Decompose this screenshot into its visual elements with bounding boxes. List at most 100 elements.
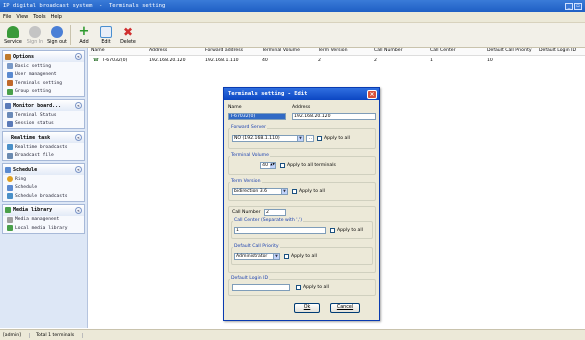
terminal-volume-label: Terminal Volume: [230, 153, 270, 158]
media-management-icon: [7, 216, 13, 223]
column-header[interactable]: Name: [89, 48, 147, 55]
call-number-label: Call Number: [232, 210, 261, 215]
sidebar-item-label: Local media library: [15, 225, 68, 231]
menu-tools[interactable]: Tools: [33, 14, 45, 20]
forward-apply-checkbox[interactable]: Apply to all: [317, 136, 350, 141]
sign-in-button[interactable]: Sign In: [24, 23, 46, 47]
chevron-down-icon: ▼: [273, 254, 279, 259]
add-button[interactable]: + Add: [73, 23, 95, 47]
menu-bar: File View Tools Help: [0, 12, 585, 23]
login-id-label: Default Login ID: [230, 276, 269, 281]
sidebar-item-label: Basic setting: [15, 63, 51, 69]
spinner-icon[interactable]: ▲▼: [270, 163, 275, 168]
service-icon: [7, 26, 19, 38]
toolbar: Service Sign In Sign out + Add Edit ✖ De…: [0, 23, 585, 48]
call-number-field[interactable]: 2: [264, 209, 286, 216]
chevron-down-icon: ▼: [297, 136, 303, 141]
minimize-icon[interactable]: _: [565, 2, 573, 10]
address-field[interactable]: 192.168.20.120: [292, 113, 376, 120]
restore-icon[interactable]: ▫: [574, 2, 582, 10]
table-cell: 10: [487, 57, 493, 63]
section-title: Monitor board...: [13, 102, 62, 109]
terminal-status-icon: [7, 112, 13, 119]
column-header[interactable]: Address: [147, 48, 203, 55]
status-user: [admin]: [3, 332, 30, 338]
sidebar-item-broadcast-file[interactable]: Broadcast file: [3, 152, 84, 161]
service-button[interactable]: Service: [2, 23, 24, 47]
menu-view[interactable]: View: [16, 14, 28, 20]
sidebar-item-ring[interactable]: Ring: [3, 175, 84, 184]
delete-button[interactable]: ✖ Delete: [117, 23, 139, 47]
sidebar-item-media-management[interactable]: Media managenent: [3, 216, 84, 225]
table-cell: 192.168.1.110: [205, 57, 239, 63]
call-center-field[interactable]: 1: [234, 227, 326, 234]
broadcast-file-icon: [7, 152, 13, 159]
column-header[interactable]: Terminal Volume: [260, 48, 316, 55]
call-priority-select[interactable]: Administrator ▼: [234, 253, 280, 260]
sidebar-item-terminals-setting[interactable]: Terminals setting: [3, 79, 84, 88]
sidebar-item-session-status[interactable]: Session status: [3, 120, 84, 129]
column-header[interactable]: Call Center: [428, 48, 485, 55]
status-total: Total 1 terminals: [36, 332, 84, 338]
term-version-label: Term Version: [230, 179, 262, 184]
sidebar-item-schedule-broadcasts[interactable]: Schedule broadcasts: [3, 192, 84, 201]
schedule-icon: [7, 184, 13, 191]
sidebar-item-terminal-status[interactable]: Terminal Status: [3, 111, 84, 120]
volume-apply-checkbox[interactable]: Apply to all terminals: [280, 163, 336, 168]
sidebar-item-user-management[interactable]: User managenent: [3, 71, 84, 80]
table-cell: 2: [374, 57, 377, 63]
sidebar-section-schedule: Schedule « Ring Schedule Schedule broadc…: [2, 163, 85, 202]
sidebar-item-realtime-broadcasts[interactable]: Realtime broadcasts: [3, 143, 84, 152]
checkbox-icon: [330, 228, 335, 233]
section-title: Schedule: [13, 166, 38, 173]
login-id-field[interactable]: [232, 284, 290, 291]
sign-out-button[interactable]: Sign out: [46, 23, 68, 47]
menu-help[interactable]: Help: [51, 14, 62, 20]
column-header[interactable]: Term Version: [316, 48, 372, 55]
cancel-button[interactable]: Cancel: [330, 303, 360, 313]
section-header-schedule[interactable]: Schedule «: [3, 164, 84, 175]
sidebar-item-group-setting[interactable]: Group setting: [3, 88, 84, 97]
section-header-realtime[interactable]: Realtime task «: [3, 132, 84, 143]
collapse-icon[interactable]: «: [75, 102, 82, 109]
options-icon: [5, 53, 11, 60]
dialog-title-bar[interactable]: Terminals setting - Edit ×: [224, 88, 379, 100]
term-version-select[interactable]: bidirection 3.6 ▼: [232, 188, 288, 195]
column-header[interactable]: Default Call Priority: [485, 48, 537, 55]
collapse-icon[interactable]: «: [75, 166, 82, 173]
terminal-volume-stepper[interactable]: 40 ▲▼: [260, 162, 276, 169]
sidebar-item-schedule[interactable]: Schedule: [3, 184, 84, 193]
section-header-monitor[interactable]: Monitor board... «: [3, 100, 84, 111]
edit-button[interactable]: Edit: [95, 23, 117, 47]
forward-server-browse-button[interactable]: ..: [306, 135, 314, 142]
user-management-icon: [7, 71, 13, 78]
forward-server-select[interactable]: NO (192.168.1.110) ▼: [232, 135, 304, 142]
column-header[interactable]: Forward address: [203, 48, 260, 55]
version-apply-checkbox[interactable]: Apply to all: [292, 189, 325, 194]
edit-icon: [100, 26, 112, 38]
call-center-apply-checkbox[interactable]: Apply to all: [330, 228, 363, 233]
column-header[interactable]: Default Login ID: [537, 48, 585, 55]
login-apply-checkbox[interactable]: Apply to all: [296, 285, 329, 290]
checkbox-icon: [280, 163, 285, 168]
priority-apply-checkbox[interactable]: Apply to all: [284, 254, 317, 259]
call-priority-label: Default Call Priority: [233, 244, 280, 249]
sidebar-item-basic-setting[interactable]: Basic setting: [3, 62, 84, 71]
table-row[interactable]: ☎ T-67032(0) 192.168.20.120 192.168.1.11…: [89, 56, 585, 64]
section-header-options[interactable]: Options «: [3, 51, 84, 62]
name-field[interactable]: T-67032(0): [228, 113, 286, 120]
schedule-broadcast-icon: [7, 193, 13, 200]
collapse-icon[interactable]: «: [75, 53, 82, 60]
section-header-media[interactable]: Media library «: [3, 204, 84, 216]
sidebar-item-local-media[interactable]: Local media library: [3, 224, 84, 233]
sidebar-item-label: User managenent: [15, 72, 57, 78]
edit-dialog: Terminals setting - Edit × Name T-67032(…: [223, 87, 380, 321]
column-header[interactable]: Call Number: [372, 48, 428, 55]
delete-label: Delete: [120, 40, 136, 45]
collapse-icon[interactable]: «: [75, 206, 82, 214]
menu-file[interactable]: File: [3, 14, 11, 20]
collapse-icon[interactable]: «: [75, 134, 82, 141]
ok-button[interactable]: Ok: [294, 303, 320, 313]
close-icon[interactable]: ×: [367, 89, 377, 99]
sidebar-item-label: Terminals setting: [15, 80, 63, 86]
